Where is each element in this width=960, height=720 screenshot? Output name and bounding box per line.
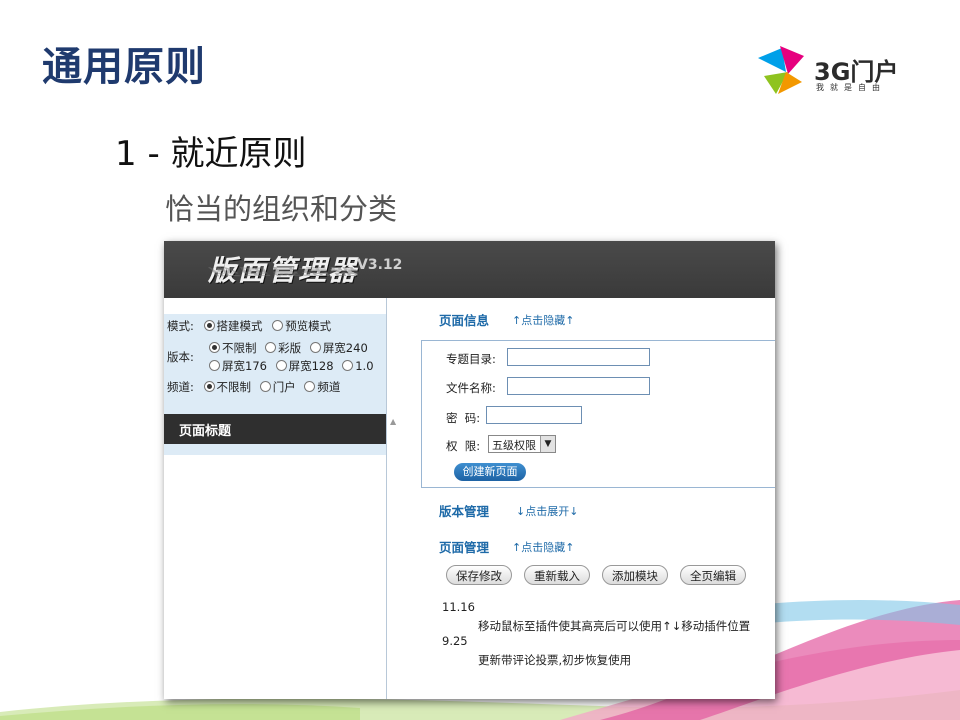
full-edit-button[interactable]: 全页编辑 (680, 565, 746, 585)
channel-row: 频道: 不限制 门户 频道 (167, 379, 340, 395)
add-module-button[interactable]: 添加模块 (602, 565, 668, 585)
left-panel: 模式: 搭建模式 预览模式 版本: 不限制 彩版 屏宽240 屏宽176 屏宽1… (164, 298, 396, 699)
version-128-label: 屏宽128 (288, 359, 334, 373)
page-list-header: 页面标题 (164, 414, 386, 444)
save-button[interactable]: 保存修改 (446, 565, 512, 585)
permission-label: 权 限: (446, 439, 481, 453)
file-name-input[interactable] (507, 377, 650, 395)
version-color-label: 彩版 (278, 341, 302, 355)
version-radio-176[interactable] (209, 360, 220, 371)
options-panel: 模式: 搭建模式 预览模式 版本: 不限制 彩版 屏宽240 屏宽176 屏宽1… (164, 314, 396, 455)
mode-row: 模式: 搭建模式 预览模式 (167, 318, 331, 334)
mode-label: 模式: (167, 319, 194, 333)
principle-subheading: 恰当的组织和分类 (165, 192, 398, 226)
version-unlimited-label: 不限制 (222, 341, 257, 355)
mode-radio-build[interactable] (203, 320, 215, 331)
page-list-title: 页面标题 (179, 424, 232, 439)
permission-value: 五级权限 (492, 439, 536, 452)
version-label: 版本: (167, 350, 194, 364)
right-panel: 页面信息 ↑点击隐藏↑ 专题目录: 文件名称: 密 码: 权 限: 五级权限 ▼… (404, 298, 775, 699)
version-radio-1-0[interactable] (342, 360, 354, 371)
version-radio-240[interactable] (309, 342, 321, 353)
slide-title: 通用原则 (42, 44, 206, 90)
page-info-toggle[interactable]: ↑点击隐藏↑ (512, 312, 574, 328)
channel-portal-label: 门户 (272, 380, 296, 394)
reload-button[interactable]: 重新载入 (524, 565, 590, 585)
topic-dir-label: 专题目录: (446, 352, 496, 366)
app-screenshot: 版面管理器 版面管理器 V3.12 模式: 搭建模式 预览模式 版本: 不限制 … (164, 241, 775, 699)
changelog-text: 移动鼠标至插件使其高亮后可以使用↑↓移动插件位置 (478, 619, 751, 633)
version-176-label: 屏宽176 (222, 359, 267, 373)
page-info-form: 专题目录: 文件名称: 密 码: 权 限: 五级权限 ▼ 创建新页面 (421, 340, 775, 488)
channel-radio-channel[interactable] (304, 381, 316, 392)
version-radio-128[interactable] (275, 360, 287, 371)
app-version: V3.12 (357, 257, 403, 273)
create-page-button[interactable]: 创建新页面 (454, 463, 526, 481)
app-title-reflection: 版面管理器 (208, 265, 359, 278)
version-1-0-label: 1.0 (355, 359, 374, 373)
page-mgmt-title: 页面管理 (439, 540, 490, 555)
version-radio-color[interactable] (265, 342, 277, 353)
page-info-title: 页面信息 (439, 313, 490, 328)
mode-preview-label: 预览模式 (285, 319, 332, 333)
chevron-down-icon[interactable]: ▼ (540, 436, 555, 452)
version-mgmt-title: 版本管理 (439, 504, 490, 519)
channel-radio-portal[interactable] (259, 381, 271, 392)
page-mgmt-toggle[interactable]: ↑点击隐藏↑ (512, 539, 574, 555)
logo-mark-icon (758, 46, 804, 94)
logo-slogan: 我就是自由 (816, 83, 886, 92)
channel-label: 频道: (167, 380, 194, 394)
password-label: 密 码: (446, 411, 481, 425)
brand-logo: 3G门户 我就是自由 (752, 42, 922, 102)
changelog-date: 9.25 (442, 634, 468, 648)
version-radio-unlimited[interactable] (209, 342, 220, 353)
mode-build-label: 搭建模式 (216, 319, 263, 333)
channel-radio-unlimited[interactable] (203, 381, 215, 392)
mode-radio-preview[interactable] (272, 320, 284, 331)
topic-dir-input[interactable] (507, 348, 650, 366)
permission-select[interactable]: 五级权限 ▼ (488, 435, 556, 453)
channel-channel-label: 频道 (317, 380, 341, 394)
app-header: 版面管理器 版面管理器 V3.12 (164, 241, 775, 298)
channel-unlimited-label: 不限制 (216, 380, 252, 394)
principle-heading: 1 - 就近原则 (115, 134, 307, 174)
version-240-label: 屏宽240 (322, 341, 368, 355)
changelog-text: 更新带评论投票,初步恢复使用 (478, 653, 632, 667)
changelog-date: 11.16 (442, 600, 475, 614)
password-input[interactable] (486, 406, 582, 424)
version-mgmt-toggle[interactable]: ↓点击展开↓ (516, 503, 578, 519)
scroll-up-icon[interactable]: ▲ (390, 417, 396, 426)
file-name-label: 文件名称: (446, 381, 496, 395)
